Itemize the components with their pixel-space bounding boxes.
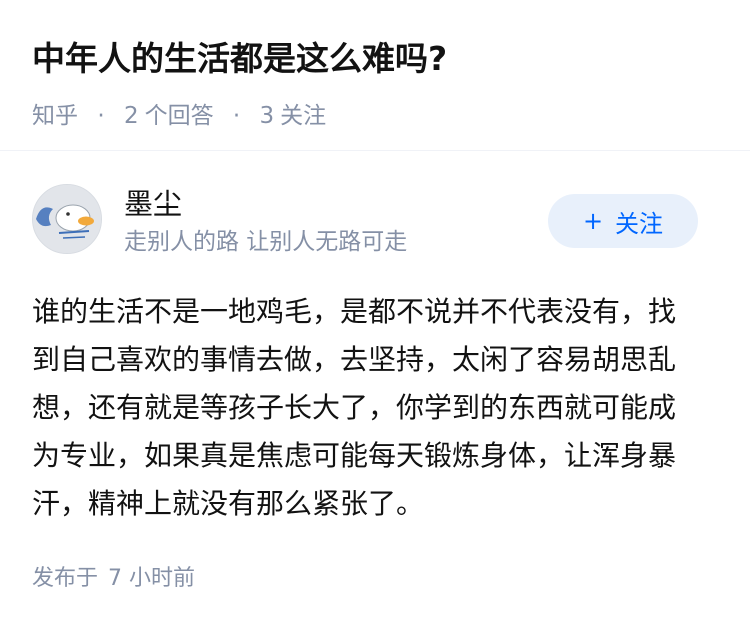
- question-title[interactable]: 中年人的生活都是这么难吗?: [32, 36, 722, 82]
- answer-content[interactable]: 谁的生活不是一地鸡毛，是都不说并不代表没有，找到自己喜欢的事情去做，去坚持，太闲…: [32, 288, 702, 528]
- avatar-duck-icon: [33, 185, 101, 253]
- meta-separator: ·: [97, 103, 105, 129]
- published-time: 7 小时前: [108, 566, 196, 591]
- follow-button[interactable]: + 关注: [548, 194, 698, 248]
- meta-separator: ·: [232, 103, 241, 129]
- follow-button-label: 关注: [615, 209, 664, 238]
- section-divider: [0, 150, 750, 151]
- follower-count: 3: [259, 103, 275, 129]
- follower-count-label[interactable]: 关注: [280, 103, 326, 129]
- author-name[interactable]: 墨尘: [124, 184, 182, 224]
- plus-icon: +: [582, 207, 604, 235]
- source-label[interactable]: 知乎: [32, 103, 78, 129]
- author-row: 墨尘 走别人的路 让别人无路可走 + 关注: [32, 184, 722, 258]
- published-label: 发布于: [32, 566, 99, 591]
- answer-footer: 发布于 7 小时前: [32, 563, 195, 595]
- answer-count-label[interactable]: 个回答: [145, 103, 214, 129]
- answer-count: 2: [123, 103, 139, 129]
- question-meta: 知乎 · 2 个回答 · 3 关注: [32, 100, 722, 132]
- question-header: 中年人的生活都是这么难吗? 知乎 · 2 个回答 · 3 关注: [32, 36, 722, 132]
- avatar[interactable]: [32, 184, 102, 254]
- author-bio: 走别人的路 让别人无路可走: [124, 229, 408, 255]
